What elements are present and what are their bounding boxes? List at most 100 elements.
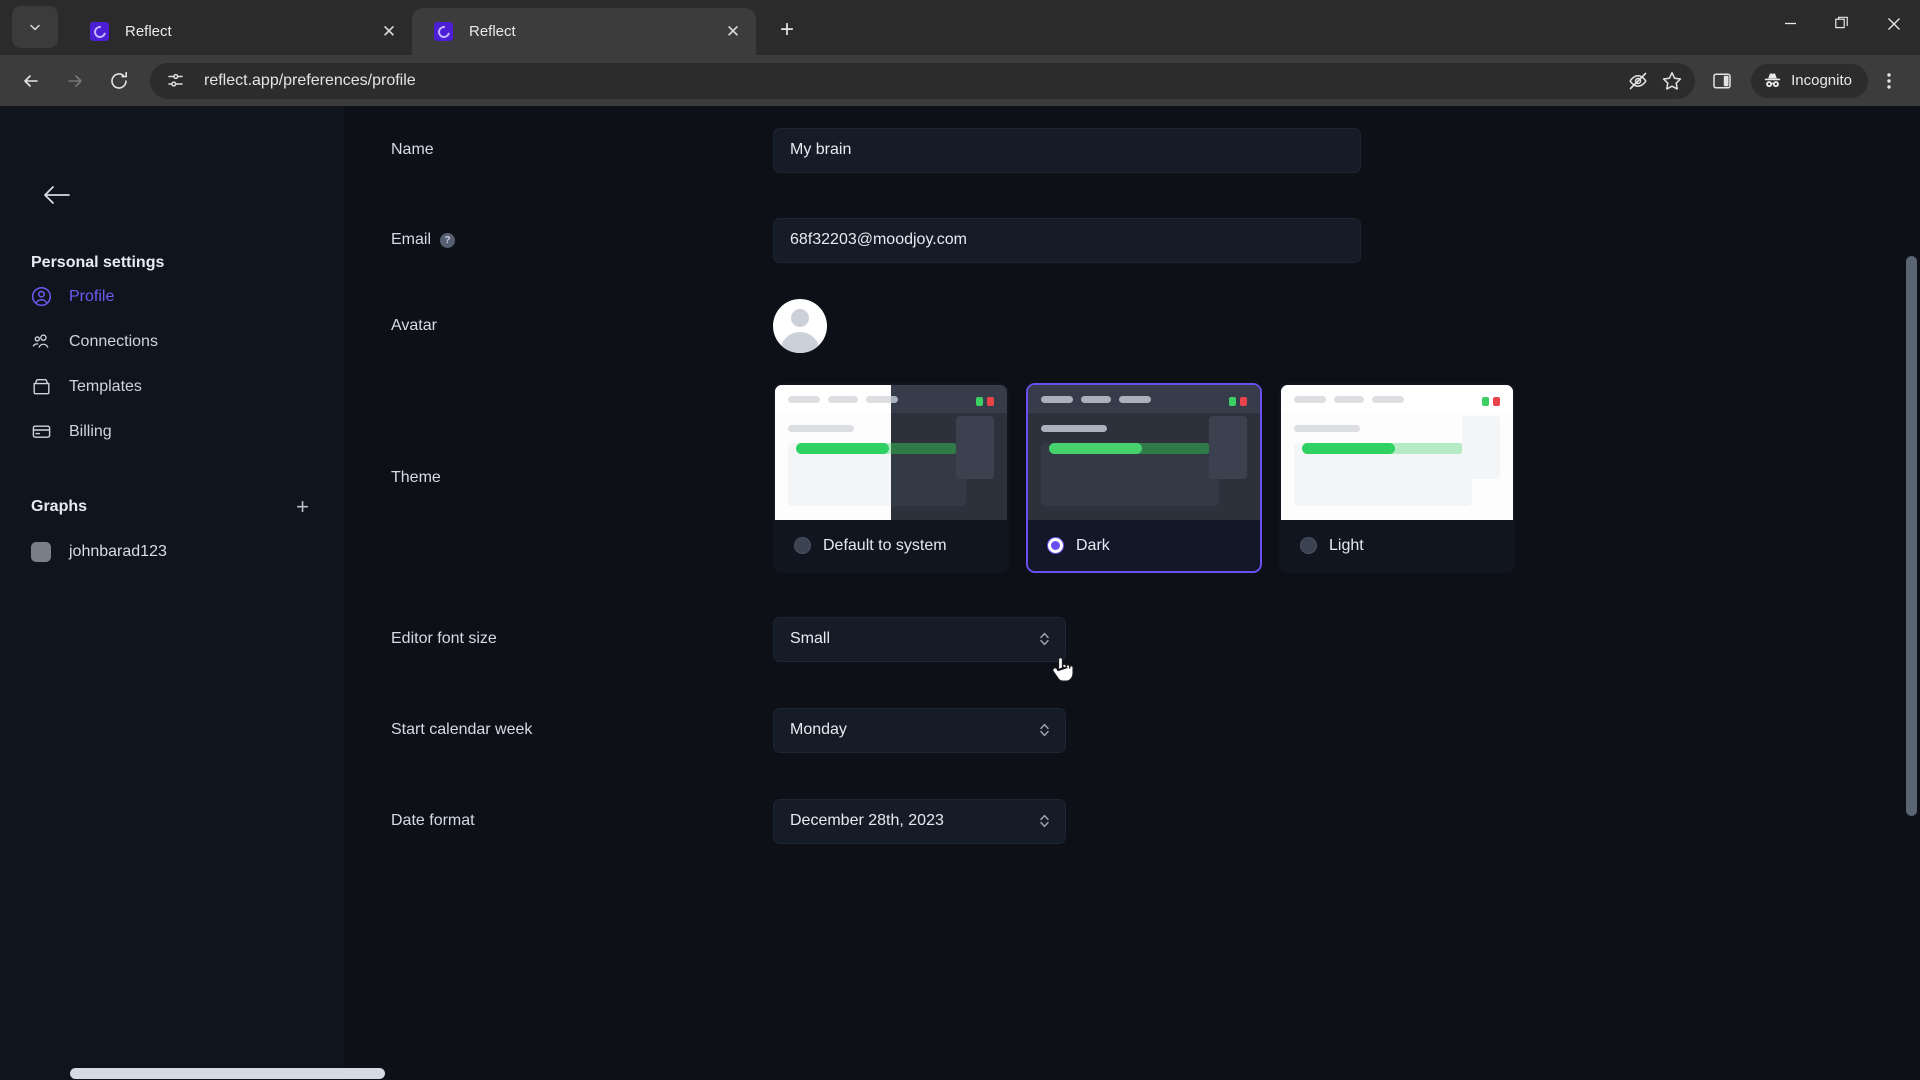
graphs-title: Graphs	[31, 498, 88, 515]
tab-title: Reflect	[125, 23, 172, 40]
reload-button[interactable]	[100, 62, 138, 100]
templates-box-icon	[31, 376, 52, 397]
avatar-label: Avatar	[391, 317, 437, 334]
new-tab-button[interactable]: +	[770, 13, 804, 47]
theme-preview-dark	[1028, 385, 1260, 520]
email-input[interactable]: 68f32203@moodjoy.com	[773, 217, 1361, 263]
theme-option-footer: Default to system	[775, 520, 1007, 571]
theme-option-dark[interactable]: Dark	[1026, 383, 1262, 573]
theme-radio-default-to-system[interactable]	[794, 537, 811, 554]
close-icon[interactable]: ✕	[720, 19, 746, 45]
stepper-updown-icon	[1038, 721, 1051, 739]
date-format-label: Date format	[391, 812, 475, 829]
theme-option-label: Dark	[1076, 536, 1110, 554]
reload-icon	[111, 71, 127, 89]
theme-option-footer: Light	[1281, 520, 1513, 571]
graph-list-item[interactable]: johnbarad123	[20, 532, 324, 572]
theme-option-footer: Dark	[1028, 520, 1260, 571]
browser-tab-2[interactable]: Reflect ✕	[412, 8, 756, 55]
tab-strip: Reflect ✕ Reflect ✕ +	[0, 0, 1920, 55]
close-icon[interactable]	[1868, 0, 1920, 47]
back-arrow-icon	[24, 74, 38, 87]
credit-card-icon	[31, 421, 52, 442]
sidebar-item-label: Billing	[69, 422, 112, 440]
horizontal-scrollbar-thumb[interactable]	[70, 1068, 385, 1079]
browser-toolbar: reflect.app/preferences/profile Incognit…	[0, 55, 1920, 106]
stepper-updown-icon	[1038, 630, 1051, 648]
reflect-logo-icon	[434, 22, 453, 41]
incognito-hat-icon	[1764, 73, 1781, 88]
theme-options-group: Default to system Dark Light	[773, 383, 1515, 573]
address-bar[interactable]: reflect.app/preferences/profile	[150, 62, 1696, 99]
question-mark-icon[interactable]: ?	[440, 232, 456, 248]
omnibox-actions	[1621, 64, 1689, 98]
date-format-value: December 28th, 2023	[790, 812, 944, 829]
people-group-icon	[31, 331, 52, 352]
side-panel-icon	[1713, 72, 1731, 89]
sidebar-item-connections[interactable]: Connections	[20, 321, 324, 362]
site-settings-icon[interactable]	[160, 66, 190, 96]
row-name: Name My brain	[344, 124, 1920, 176]
three-dot-menu-icon	[1887, 72, 1891, 89]
browser-tab-1[interactable]: Reflect ✕	[68, 8, 412, 55]
name-label: Name	[391, 141, 434, 158]
editor-font-size-value: Small	[790, 630, 831, 647]
sidebar-section-title: Personal settings	[31, 254, 165, 271]
theme-preview-light	[1281, 385, 1513, 520]
forward-arrow-icon	[68, 74, 82, 87]
tab-search-button[interactable]	[12, 6, 58, 48]
browser-menu-button[interactable]	[1870, 62, 1908, 100]
graph-color-swatch	[31, 542, 51, 562]
email-label: Email ?	[391, 231, 773, 249]
incognito-indicator[interactable]: Incognito	[1751, 63, 1868, 98]
row-email: Email ? 68f32203@moodjoy.com	[344, 214, 1920, 266]
sidebar-item-label: Connections	[69, 332, 158, 350]
graphs-section-header: Graphs +	[20, 492, 324, 522]
sidebar-item-billing[interactable]: Billing	[20, 411, 324, 452]
app-sidebar: Personal settings Profile Connections Te…	[0, 106, 344, 1080]
reflect-logo-icon	[90, 22, 109, 41]
start-calendar-week-label: Start calendar week	[391, 721, 533, 738]
theme-option-label: Light	[1329, 536, 1364, 554]
row-theme: Theme Default to system Dark Light	[344, 383, 1920, 573]
eye-crossed-icon[interactable]	[1621, 64, 1655, 98]
vertical-scrollbar-thumb[interactable]	[1906, 256, 1917, 816]
row-date-format: Date format December 28th, 2023	[344, 795, 1920, 847]
stepper-updown-icon	[1038, 812, 1051, 830]
editor-font-size-label: Editor font size	[391, 630, 497, 647]
theme-option-light[interactable]: Light	[1279, 383, 1515, 573]
theme-option-label: Default to system	[823, 536, 947, 554]
theme-radio-dark[interactable]	[1047, 537, 1064, 554]
tab-title: Reflect	[469, 23, 516, 40]
sidebar-item-templates[interactable]: Templates	[20, 366, 324, 407]
theme-radio-light[interactable]	[1300, 537, 1317, 554]
email-label-text: Email	[391, 231, 432, 248]
url-text[interactable]: reflect.app/preferences/profile	[190, 72, 1621, 90]
theme-label: Theme	[391, 469, 441, 486]
sidebar-back-button[interactable]	[42, 178, 76, 212]
editor-font-size-select[interactable]: Small	[773, 616, 1066, 662]
plus-icon[interactable]: +	[292, 496, 313, 518]
avatar-placeholder-icon[interactable]	[773, 299, 827, 353]
row-editor-font-size: Editor font size Small	[344, 613, 1920, 665]
side-panel-button[interactable]	[1703, 62, 1741, 100]
start-calendar-week-select[interactable]: Monday	[773, 707, 1066, 753]
star-icon[interactable]	[1655, 64, 1689, 98]
theme-option-default-to-system[interactable]: Default to system	[773, 383, 1009, 573]
close-icon[interactable]: ✕	[376, 19, 402, 45]
sidebar-item-profile[interactable]: Profile	[20, 276, 324, 317]
theme-preview-split	[775, 385, 1007, 520]
restore-icon[interactable]	[1816, 0, 1868, 47]
minimize-icon[interactable]	[1764, 0, 1816, 47]
incognito-label: Incognito	[1791, 72, 1852, 89]
settings-content: Name My brain Email ? 68f32203@moodjoy.c…	[344, 106, 1920, 1080]
toolbar-right: Incognito	[1701, 62, 1908, 100]
window-controls	[1764, 0, 1920, 47]
forward-button[interactable]	[56, 62, 94, 100]
row-start-calendar-week: Start calendar week Monday	[344, 704, 1920, 756]
back-button[interactable]	[12, 62, 50, 100]
row-avatar: Avatar	[344, 291, 1920, 361]
date-format-select[interactable]: December 28th, 2023	[773, 798, 1066, 844]
chevron-down-icon	[30, 24, 40, 31]
name-input[interactable]: My brain	[773, 127, 1361, 173]
